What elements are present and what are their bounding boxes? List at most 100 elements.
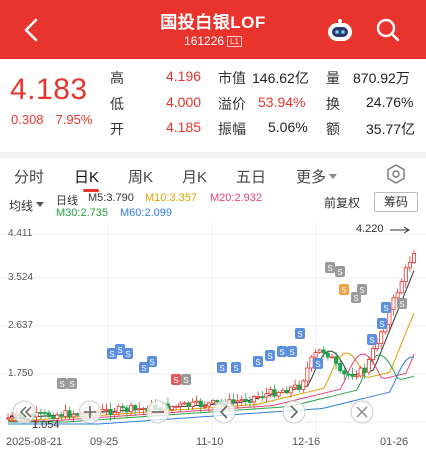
search-icon[interactable]	[375, 17, 401, 43]
candles	[6, 249, 416, 424]
tab-more[interactable]: 更多	[296, 166, 338, 187]
stat-label: 量	[326, 70, 340, 86]
candle-body	[317, 349, 322, 353]
ma5-value: M5:3.790	[88, 192, 134, 204]
candle-body	[391, 297, 396, 311]
candle-body	[67, 410, 72, 418]
ma30-value: M30:2.735	[56, 207, 108, 219]
event-badge-letter: S	[69, 380, 74, 389]
event-badge-letter: S	[141, 364, 146, 373]
event-badge-letter: S	[289, 348, 294, 357]
candle-body	[350, 373, 355, 377]
tab-more-label: 更多	[296, 169, 327, 186]
candle-body	[309, 356, 314, 369]
candle-body	[280, 389, 285, 393]
robot-assistant-icon[interactable]	[326, 18, 354, 42]
candle-body	[284, 389, 289, 394]
stat-label: 振幅	[218, 121, 246, 137]
x-tick: 01-26	[380, 436, 409, 448]
candle-body	[293, 384, 298, 388]
code-text: 161226	[184, 34, 225, 48]
candle-body	[338, 362, 343, 372]
y-tick: 1.750	[8, 368, 34, 379]
candle-body	[297, 384, 302, 390]
kline-chart[interactable]: S SS S SSSS SS SSS S SSSS SSSSSSS S 4.220 1.054	[0, 222, 426, 434]
event-badge-letter: S	[149, 358, 154, 367]
event-badge-letter: S	[255, 358, 260, 367]
candle-body	[211, 400, 216, 404]
ma-dropdown[interactable]: 均线	[9, 197, 45, 214]
event-badge-letter: S	[233, 364, 238, 373]
y-tick: 2.637	[8, 320, 34, 331]
scroll-left-control[interactable]	[12, 400, 36, 424]
tab-intraday[interactable]: 分时	[14, 166, 44, 187]
candle-body	[370, 348, 375, 360]
stat-label: 开	[110, 121, 124, 137]
stat-label: 溢价	[218, 96, 246, 112]
event-badge-letter: S	[219, 364, 224, 373]
candle-body	[174, 405, 179, 408]
tab-monthly-k[interactable]: 月K	[182, 166, 207, 187]
stat-label: 高	[110, 70, 124, 86]
event-badge-letter: S	[315, 360, 320, 369]
zoom-in-control[interactable]	[78, 400, 102, 424]
candle-body	[301, 380, 306, 390]
next-control[interactable]	[282, 400, 306, 424]
candle-body	[379, 331, 384, 344]
stat-label: 换	[326, 96, 340, 112]
event-badge-letter: S	[59, 380, 64, 389]
candle-body	[215, 400, 220, 403]
max-annotation: 4.220	[356, 223, 410, 235]
change-row: 0.308 7.95%	[11, 112, 92, 127]
level-badge: L1	[227, 36, 242, 47]
stat-value: 35.77亿	[366, 121, 416, 137]
candle-body	[272, 389, 277, 397]
candle-body	[334, 356, 339, 364]
candle-body	[178, 403, 183, 407]
candle-body	[202, 405, 207, 408]
prev-control[interactable]	[212, 400, 236, 424]
candle-body	[239, 399, 244, 402]
stat-value: 146.62亿	[252, 70, 309, 86]
fund-code: 161226 L1	[0, 34, 426, 48]
candle-body	[231, 399, 236, 403]
candle-body	[235, 400, 240, 403]
candle-body	[329, 356, 334, 359]
reset-control[interactable]	[350, 400, 374, 424]
candle-body	[182, 402, 187, 405]
chevron-down-icon	[329, 174, 338, 179]
x-tick: 09-25	[90, 436, 119, 448]
candle-body	[358, 367, 363, 377]
tab-weekly-k[interactable]: 周K	[128, 166, 153, 187]
settings-icon[interactable]	[386, 164, 406, 184]
max-price-label: 4.220	[356, 223, 384, 235]
event-badge-letter: S	[383, 304, 388, 313]
candle-body	[313, 352, 318, 358]
candle-body	[170, 406, 175, 411]
candle-body	[325, 352, 330, 358]
chip-distribution-button[interactable]: 筹码	[374, 192, 418, 212]
candle-body	[186, 402, 191, 407]
candle-body	[59, 414, 64, 417]
zoom-out-control[interactable]	[146, 400, 170, 424]
y-tick: 4.411	[8, 228, 33, 239]
candle-body	[407, 262, 412, 269]
candle-body	[411, 253, 416, 264]
candle-body	[247, 400, 252, 403]
candle-body	[305, 367, 310, 382]
candle-body	[47, 412, 52, 417]
candle-body	[206, 402, 211, 407]
candle-body	[63, 410, 68, 417]
candle-body	[129, 405, 134, 413]
candle-body	[34, 412, 39, 418]
page-title: 国投白银LOF	[160, 13, 266, 32]
stat-value: 24.76%	[366, 94, 414, 110]
candle-body	[395, 292, 400, 299]
forward-adjust-button[interactable]: 前复权	[324, 194, 360, 211]
tab-daily-k[interactable]: 日K	[74, 166, 99, 187]
event-badge-letter: S	[279, 348, 284, 357]
candle-body	[71, 413, 76, 418]
change-percent: 7.95%	[55, 112, 93, 127]
stat-label: 市值	[218, 70, 246, 86]
tab-five-day[interactable]: 五日	[236, 166, 266, 187]
